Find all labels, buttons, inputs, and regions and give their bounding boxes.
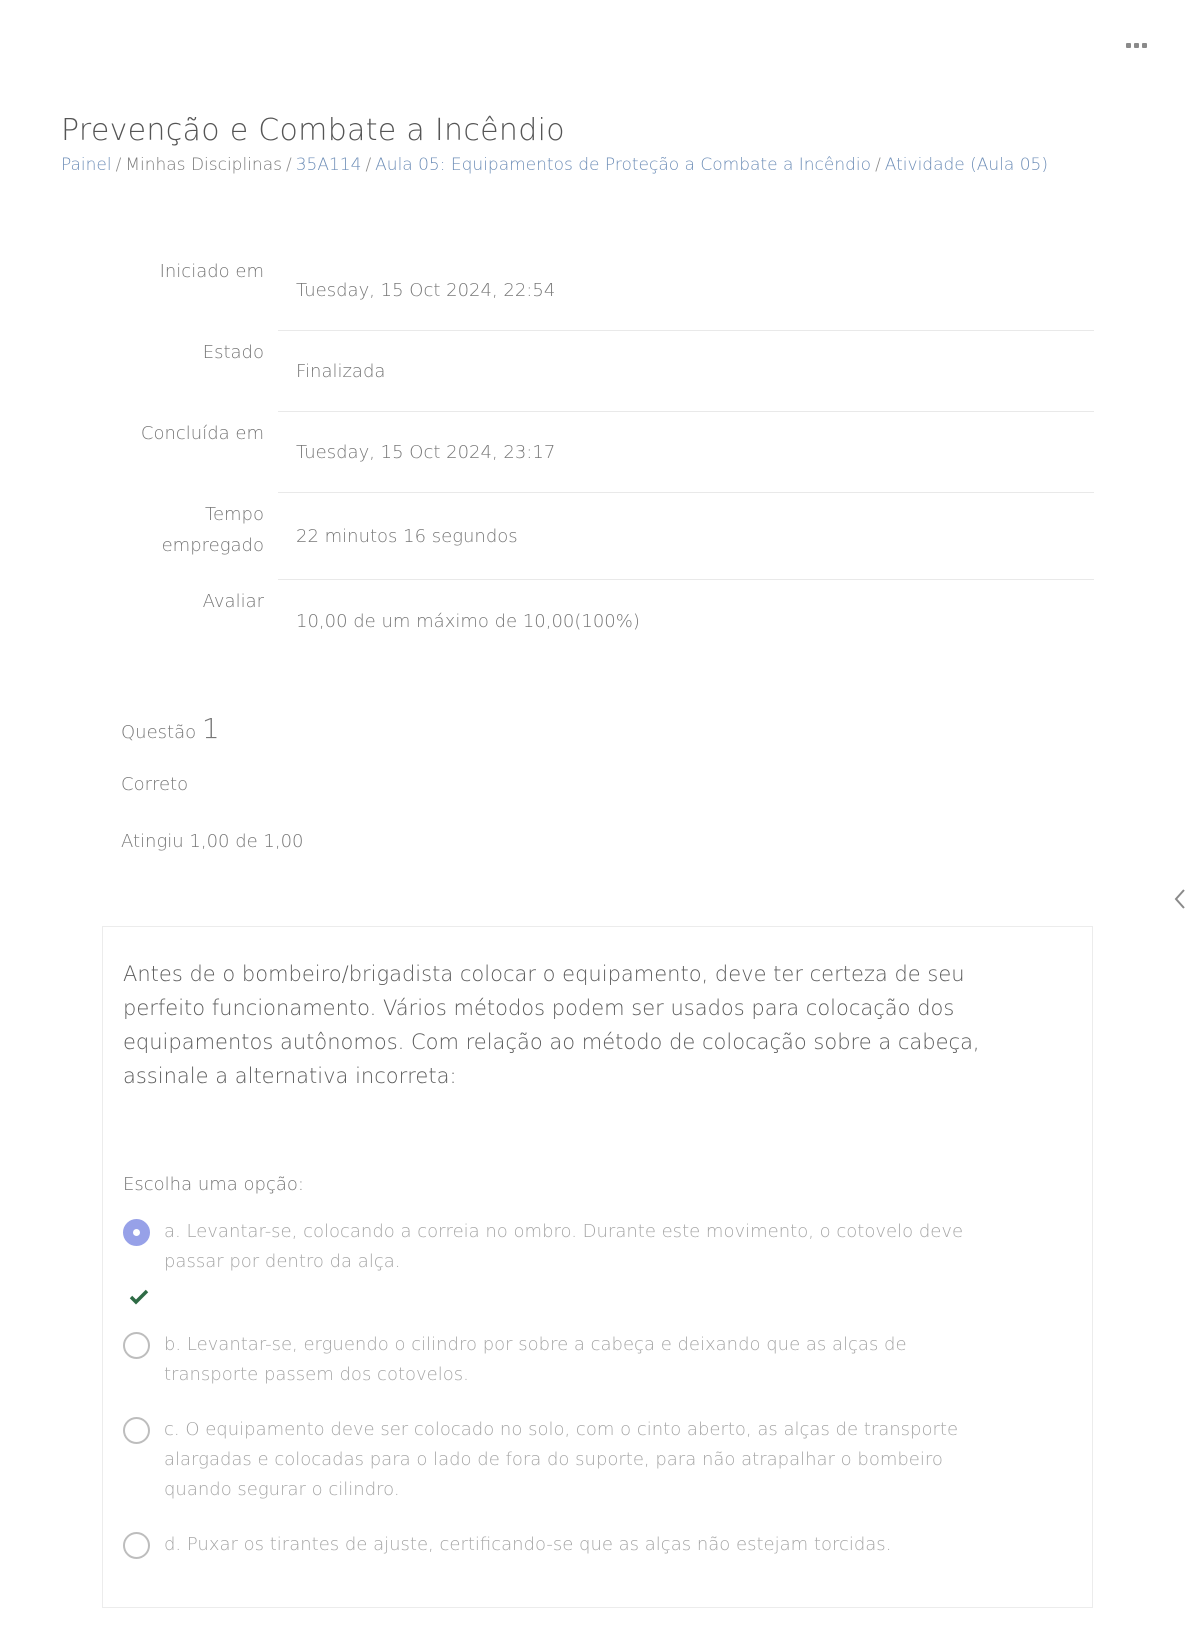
breadcrumb-link-painel[interactable]: Painel xyxy=(61,155,112,175)
breadcrumb-link-course[interactable]: 35A114 xyxy=(296,155,362,175)
attempt-summary: Iniciado em Tuesday, 15 Oct 2024, 22:54 … xyxy=(98,250,1094,662)
breadcrumb: Painel / Minhas Disciplinas/35A114/Aula 05… xyxy=(61,155,1048,175)
summary-row-grade: Avaliar 10,00 de um máximo de 10,00(100%… xyxy=(98,580,1094,662)
chevron-left-icon[interactable] xyxy=(1173,888,1187,910)
option-text: c. O equipamento deve ser colocado no so… xyxy=(164,1419,959,1500)
breadcrumb-item-minhas-disciplinas: Minhas Disciplinas xyxy=(125,155,282,175)
radio-button[interactable] xyxy=(123,1532,150,1559)
options-prompt: Escolha uma opção: xyxy=(123,1174,304,1195)
summary-row-started: Iniciado em Tuesday, 15 Oct 2024, 22:54 xyxy=(98,250,1094,331)
summary-value: Tuesday, 15 Oct 2024, 23:17 xyxy=(278,412,1094,493)
summary-row-completed: Concluída em Tuesday, 15 Oct 2024, 23:17 xyxy=(98,412,1094,493)
radio-button[interactable] xyxy=(123,1417,150,1444)
question-number-value: 1 xyxy=(201,712,220,745)
option-text: d. Puxar os tirantes de ajuste, certific… xyxy=(164,1534,892,1555)
question-status: Correto xyxy=(121,774,189,795)
breadcrumb-separator: / xyxy=(365,155,372,175)
summary-label: Tempo empregado xyxy=(161,504,264,556)
summary-row-state: Estado Finalizada xyxy=(98,331,1094,412)
radio-button-selected[interactable] xyxy=(123,1219,150,1246)
summary-row-time: Tempo empregado 22 minutos 16 segundos xyxy=(98,493,1094,580)
breadcrumb-link-aula[interactable]: Aula 05: Equipamentos de Proteção a Comb… xyxy=(375,155,871,175)
summary-label: Iniciado em xyxy=(159,261,264,282)
breadcrumb-separator: / xyxy=(115,155,122,175)
summary-value: Finalizada xyxy=(278,331,1094,412)
breadcrumb-separator: / xyxy=(875,155,881,175)
breadcrumb-link-atividade[interactable]: Atividade (Aula 05) xyxy=(885,155,1048,175)
question-label: Questão xyxy=(121,722,197,743)
summary-value: 22 minutos 16 segundos xyxy=(278,493,1094,580)
option-a[interactable]: a. Levantar-se, colocando a correia no o… xyxy=(123,1219,1004,1277)
summary-label: Concluída em xyxy=(140,423,264,444)
question-text: Antes de o bombeiro/brigadista colocar o… xyxy=(123,962,980,1088)
breadcrumb-separator: / xyxy=(285,155,292,175)
summary-label: Avaliar xyxy=(202,591,264,612)
option-d[interactable]: d. Puxar os tirantes de ajuste, certific… xyxy=(123,1532,1004,1560)
page-title: Prevenção e Combate a Incêndio xyxy=(61,113,565,148)
option-text: a. Levantar-se, colocando a correia no o… xyxy=(164,1221,964,1272)
option-b[interactable]: b. Levantar-se, erguendo o cilindro por … xyxy=(123,1332,1004,1390)
option-text: b. Levantar-se, erguendo o cilindro por … xyxy=(164,1334,907,1385)
question-number: Questão 1 xyxy=(121,712,220,745)
summary-value: 10,00 de um máximo de 10,00(100%) xyxy=(296,610,640,632)
summary-label: Estado xyxy=(202,342,264,363)
summary-value: Tuesday, 15 Oct 2024, 22:54 xyxy=(278,250,1094,331)
option-c[interactable]: c. O equipamento deve ser colocado no so… xyxy=(123,1417,1004,1505)
question-score: Atingiu 1,00 de 1,00 xyxy=(121,831,304,852)
more-dots-icon[interactable] xyxy=(1126,38,1148,52)
radio-button[interactable] xyxy=(123,1332,150,1359)
check-icon xyxy=(129,1289,149,1305)
question-card: Antes de o bombeiro/brigadista colocar o… xyxy=(102,926,1093,1608)
